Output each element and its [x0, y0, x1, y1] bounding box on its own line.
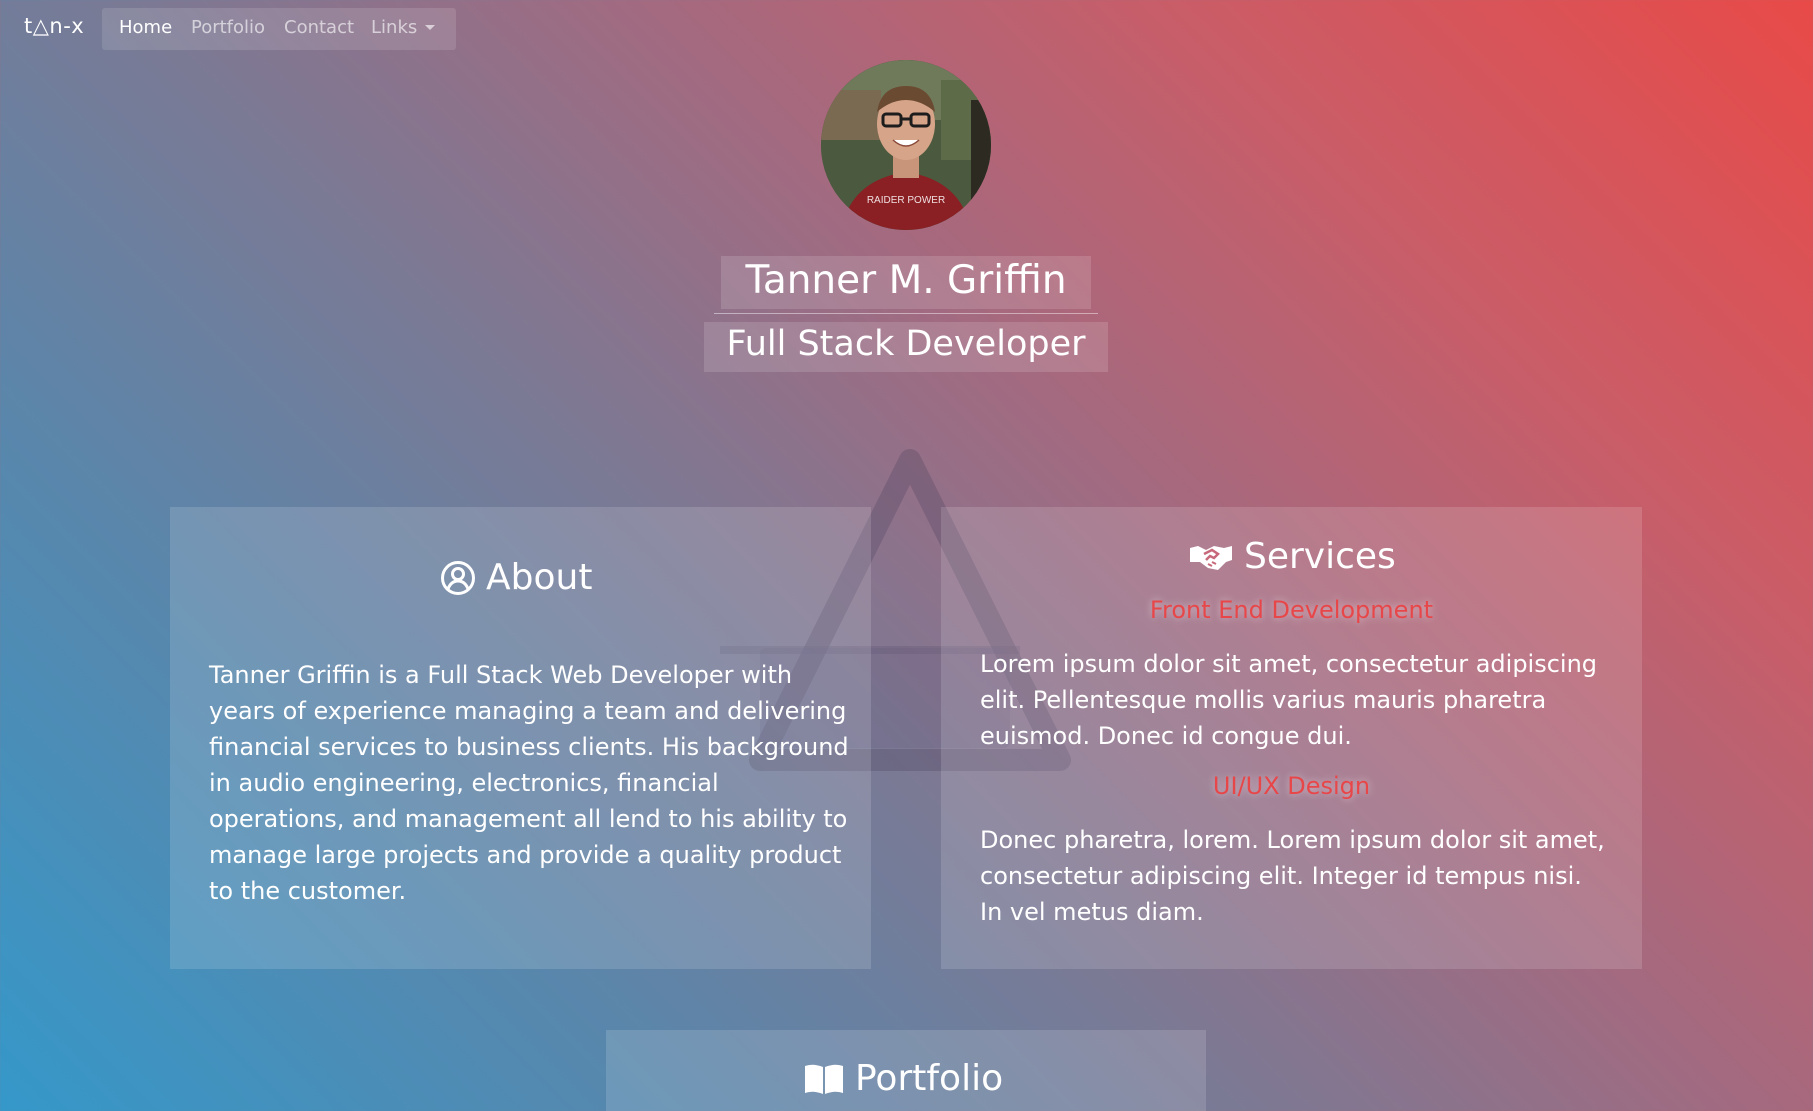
navbar: t△n-x Home Portfolio Contact Links [0, 0, 1813, 56]
services-heading: Services [1188, 536, 1396, 577]
brand-logo[interactable]: t△n-x [24, 14, 84, 38]
handshake-icon [1188, 542, 1234, 572]
about-text: Tanner Griffin is a Full Stack Web Devel… [209, 661, 849, 905]
nav-link-contact[interactable]: Contact [284, 17, 354, 38]
service-text-ui-ux: Donec pharetra, lorem. Lorem ipsum dolor… [980, 826, 1605, 926]
avatar: RAIDER POWER [821, 60, 991, 230]
open-book-icon [803, 1062, 845, 1096]
portfolio-heading-label: Portfolio [855, 1058, 1004, 1099]
nav-link-home[interactable]: Home [119, 17, 172, 38]
about-heading-label: About [486, 557, 593, 598]
shirt-text: RAIDER POWER [867, 195, 945, 206]
portfolio-heading: Portfolio [803, 1058, 1003, 1099]
service-title-ui-ux: UI/UX Design [941, 772, 1642, 800]
hero-divider [714, 313, 1098, 314]
service-text-front-end: Lorem ipsum dolor sit amet, consectetur … [980, 650, 1598, 750]
nav-link-links-label: Links [371, 17, 418, 38]
caret-down-icon [425, 25, 436, 30]
services-heading-label: Services [1244, 536, 1396, 577]
profile-photo-image: RAIDER POWER [821, 60, 991, 230]
nav-link-links-dropdown[interactable]: Links [371, 17, 436, 38]
page-subtitle: Full Stack Developer [726, 324, 1086, 364]
service-title-front-end-label: Front End Development [1149, 596, 1434, 624]
service-title-front-end: Front End Development [941, 596, 1642, 624]
service-title-ui-ux-label: UI/UX Design [1212, 772, 1371, 800]
user-circle-icon [440, 560, 476, 596]
nav-link-portfolio[interactable]: Portfolio [191, 17, 265, 38]
about-heading: About [440, 557, 592, 598]
page-title: Tanner M. Griffin [745, 258, 1067, 303]
